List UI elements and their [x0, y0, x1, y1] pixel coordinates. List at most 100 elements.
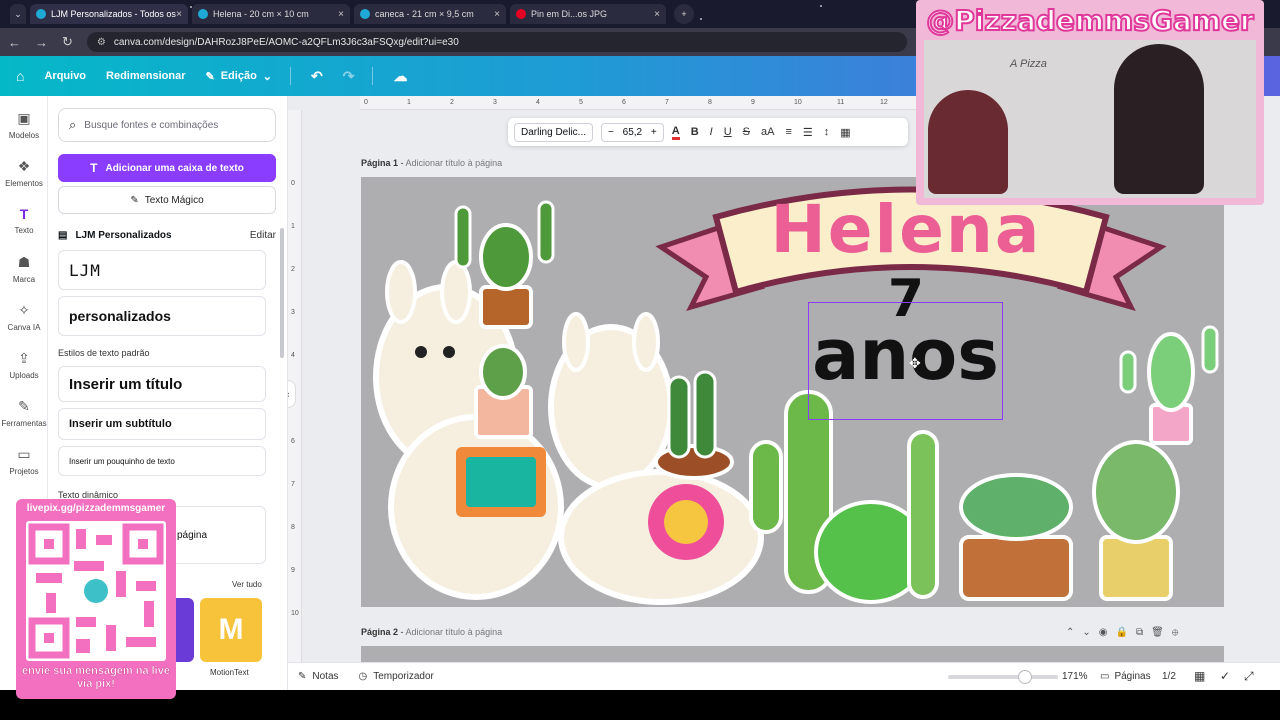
page-2-title-input[interactable]: Adicionar título à página	[406, 627, 503, 637]
transparency-icon[interactable]: ▦	[840, 126, 850, 139]
motion-text-thumbnail[interactable]: M	[200, 598, 262, 662]
underline-button[interactable]: U	[724, 126, 732, 138]
edit-mode-button[interactable]: ✎ Edição ⌄	[206, 70, 273, 83]
redo-icon[interactable]: ↷	[343, 68, 355, 85]
forward-icon[interactable]: →	[35, 35, 48, 50]
brand-style-personalizados[interactable]: personalizados	[58, 296, 266, 336]
font-size-value[interactable]: 65,2	[623, 127, 642, 138]
rail-item-templates[interactable]: ▣ Modelos	[0, 110, 48, 140]
fullscreen-icon[interactable]: ⤢	[1244, 669, 1254, 684]
rail-item-elements[interactable]: ❖ Elementos	[0, 158, 48, 188]
italic-button[interactable]: I	[710, 126, 713, 138]
cactus-yellow-pot[interactable]	[1092, 440, 1180, 601]
text-selection-box[interactable]	[808, 302, 1003, 420]
ruler-tick-label: 10	[291, 610, 299, 617]
brand-style-ljm[interactable]: LJM	[58, 250, 266, 290]
font-size-stepper[interactable]: − 65,2 +	[601, 122, 664, 142]
llama-left[interactable]	[373, 260, 564, 600]
close-icon[interactable]: ×	[338, 9, 344, 20]
ruler-tick-label: 1	[407, 99, 411, 106]
duplicate-icon[interactable]: ⧉	[1136, 627, 1151, 638]
spacing-icon[interactable]: ↕	[824, 126, 830, 138]
check-icon[interactable]: ✓	[1220, 669, 1230, 683]
ruler-tick-label: 2	[450, 99, 454, 106]
move-down-icon[interactable]: ⌄	[1082, 627, 1098, 638]
lock-icon[interactable]: 🔒	[1116, 627, 1136, 638]
browser-tab-0[interactable]: LJM Personalizados - Todos os ×	[30, 4, 188, 24]
zoom-slider[interactable]	[948, 675, 1058, 679]
timer-button[interactable]: ◷ Temporizador	[359, 671, 434, 682]
tab-label: LJM Personalizados - Todos os	[51, 9, 176, 19]
add-heading-button[interactable]: Inserir um título	[58, 366, 266, 402]
chevron-down-icon: ⌄	[262, 70, 273, 83]
rail-item-uploads[interactable]: ⇪ Uploads	[0, 350, 48, 380]
browser-tab-3[interactable]: Pin em Di...os JPG ×	[510, 4, 666, 24]
cloud-save-icon[interactable]: ☁	[393, 68, 407, 85]
rail-item-projects[interactable]: ▭ Projetos	[0, 446, 48, 476]
qr-code-pattern	[28, 523, 164, 659]
brand-kit-row: ▤ LJM Personalizados Editar	[58, 230, 276, 241]
align-icon[interactable]: ≡	[785, 126, 791, 138]
panel-scrollbar[interactable]	[280, 228, 284, 358]
font-family-dropdown[interactable]: Darling Delic...	[514, 122, 594, 142]
tab-dropdown[interactable]: ⌄	[10, 4, 26, 24]
canva-favicon-icon	[360, 9, 370, 19]
zoom-slider-handle[interactable]	[1018, 670, 1032, 684]
new-tab-button[interactable]: +	[674, 4, 694, 24]
close-icon[interactable]: ×	[176, 9, 182, 20]
rail-item-canva-ai[interactable]: ✧ Canva IA	[0, 302, 48, 332]
cactus-terracotta-pot[interactable]	[959, 473, 1073, 601]
grid-view-icon[interactable]: ▦	[1194, 669, 1205, 683]
magic-text-button[interactable]: ✎ Texto Mágico	[58, 186, 276, 214]
page-1-title-input[interactable]: Adicionar título à página	[406, 158, 503, 168]
collapse-panel-button[interactable]: ‹	[288, 380, 296, 408]
reload-icon[interactable]: ↻	[62, 34, 73, 50]
add-subheading-button[interactable]: Inserir um subtítulo	[58, 408, 266, 440]
strikethrough-button[interactable]: S	[743, 126, 750, 138]
case-button[interactable]: aA	[761, 126, 774, 138]
bold-button[interactable]: B	[691, 126, 699, 138]
webcam-overlay: A Pizza @PizzademmsGamer	[916, 0, 1264, 205]
list-icon[interactable]: ☰	[803, 126, 813, 139]
streamer-figure	[1114, 44, 1204, 194]
rail-label: Ferramentas	[1, 419, 47, 428]
decrease-size-icon[interactable]: −	[608, 127, 614, 138]
page-counter: 1/2	[1162, 671, 1176, 682]
rail-item-brand[interactable]: ☗ Marca	[0, 254, 48, 284]
brand-kit-icon: ▤	[58, 230, 68, 241]
close-icon[interactable]: ×	[494, 9, 500, 20]
back-icon[interactable]: ←	[8, 35, 21, 50]
pages-button[interactable]: ▭ Páginas	[1100, 671, 1151, 682]
cactus-group-center[interactable]	[749, 390, 939, 604]
add-page-icon[interactable]: ⊕	[1172, 627, 1187, 638]
zoom-value[interactable]: 171%	[1062, 671, 1088, 682]
resize-button[interactable]: Redimensionar	[106, 70, 185, 82]
add-text-box-button[interactable]: T Adicionar uma caixa de texto	[58, 154, 276, 182]
notes-button[interactable]: ✎ Notas	[298, 671, 339, 682]
site-info-icon[interactable]: ⚙	[97, 37, 106, 48]
file-menu-button[interactable]: Arquivo	[44, 70, 86, 82]
close-icon[interactable]: ×	[654, 9, 660, 20]
rail-item-tools[interactable]: ✎ Ferramentas	[0, 398, 48, 428]
page-1-canvas[interactable]: Helena 7 anos ✥	[361, 177, 1224, 607]
delete-icon[interactable]: 🗑	[1151, 627, 1172, 638]
hide-page-icon[interactable]: ◉	[1099, 627, 1116, 638]
see-all-link[interactable]: Ver tudo	[232, 580, 262, 589]
cactus-pink-pot[interactable]	[1119, 325, 1219, 445]
cactus-small-pot[interactable]	[474, 344, 533, 439]
elements-icon: ❖	[17, 158, 31, 174]
browser-tab-2[interactable]: caneca - 21 cm × 9,5 cm ×	[354, 4, 506, 24]
url-field[interactable]: ⚙ canva.com/design/DAHRozJ8PeE/AOMC-a2QF…	[86, 32, 907, 52]
increase-size-icon[interactable]: +	[651, 127, 657, 138]
search-icon: ⌕	[69, 117, 77, 132]
font-search-input[interactable]: ⌕ Busque fontes e combinações	[58, 108, 276, 142]
browser-tab-1[interactable]: Helena - 20 cm × 10 cm ×	[192, 4, 350, 24]
add-body-text-button[interactable]: Inserir um pouquinho de texto	[58, 446, 266, 476]
brand-edit-link[interactable]: Editar	[250, 230, 276, 241]
home-icon[interactable]: ⌂	[16, 68, 24, 84]
move-up-icon[interactable]: ⌃	[1066, 627, 1082, 638]
undo-icon[interactable]: ↶	[311, 68, 323, 85]
rail-item-text[interactable]: T Texto	[0, 206, 48, 235]
edit-mode-label: Edição	[220, 70, 257, 82]
text-color-icon[interactable]: A	[671, 125, 680, 140]
